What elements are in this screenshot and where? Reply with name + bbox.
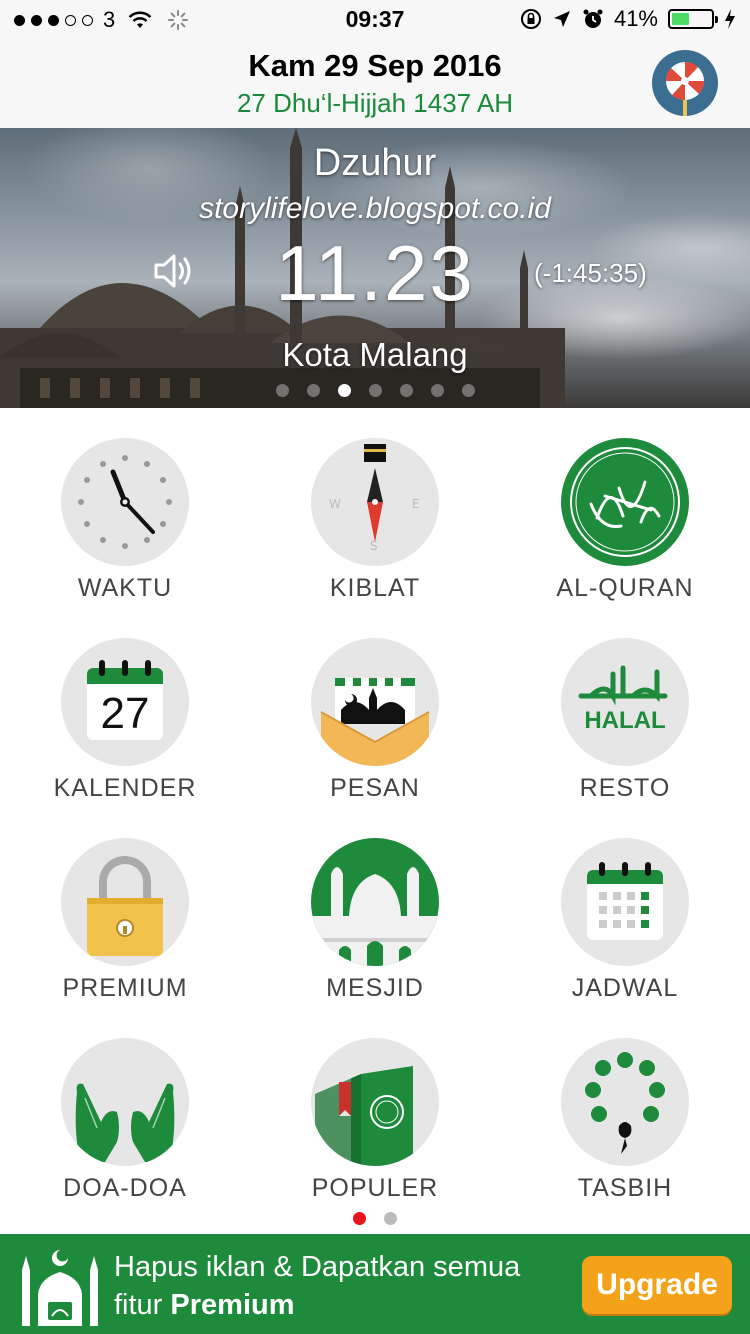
upgrade-message-bold: Premium bbox=[170, 1289, 295, 1321]
menu-item-label: PESAN bbox=[330, 774, 420, 802]
battery-icon bbox=[668, 9, 718, 29]
menu-item-tasbih[interactable]: TASBIH bbox=[500, 1008, 750, 1206]
menu-item-al-quran[interactable]: AL-QURAN bbox=[500, 408, 750, 606]
battery-percent: 41% bbox=[613, 6, 658, 31]
svg-text:S: S bbox=[370, 539, 378, 553]
menu-item-label: RESTO bbox=[579, 774, 671, 802]
menu-item-doa-doa[interactable]: DOA-DOA bbox=[0, 1008, 250, 1206]
halal-text: HALAL bbox=[584, 707, 665, 734]
calendar-day-number: 27 bbox=[101, 689, 150, 738]
menu-item-label: PREMIUM bbox=[62, 974, 188, 1002]
menu-item-jadwal[interactable]: JADWAL bbox=[500, 808, 750, 1006]
carousel-dot[interactable] bbox=[306, 384, 320, 397]
menu-page-indicator[interactable] bbox=[0, 1212, 750, 1225]
clock-icon bbox=[61, 438, 189, 566]
svg-text:E: E bbox=[412, 497, 420, 511]
date-header: Kam 29 Sep 2016 27 Dhu‘l-Hijjah 1437 AH bbox=[0, 40, 750, 129]
halal-icon: HALAL bbox=[561, 638, 689, 766]
watermark-text: storylifelove.blogspot.co.id bbox=[199, 192, 551, 225]
carousel-dot[interactable] bbox=[337, 384, 351, 397]
mosque-icon bbox=[311, 838, 439, 966]
menu-item-label: KALENDER bbox=[53, 774, 197, 802]
menu-item-label: TASBIH bbox=[577, 1174, 673, 1202]
upgrade-message-line1: Hapus iklan & Dapatkan semua bbox=[114, 1251, 521, 1283]
menu-item-mesjid[interactable]: MESJID bbox=[250, 808, 500, 1006]
carousel-page-indicator[interactable] bbox=[0, 384, 750, 397]
menu-item-label: MESJID bbox=[326, 974, 424, 1002]
alarm-icon bbox=[583, 9, 603, 28]
menu-item-resto[interactable]: HALAL RESTO bbox=[500, 608, 750, 806]
menu-item-kalender[interactable]: 27 KALENDER bbox=[0, 608, 250, 806]
menu-item-kiblat[interactable]: W E S KIBLAT bbox=[250, 408, 500, 606]
compass-icon: W E S bbox=[311, 438, 439, 566]
menu-item-pesan[interactable]: PESAN bbox=[250, 608, 500, 806]
status-bar: 3 09:37 41% bbox=[0, 0, 750, 40]
book-icon bbox=[311, 1038, 439, 1166]
rotation-lock-icon bbox=[520, 9, 541, 29]
next-prayer-name: Dzuhur bbox=[313, 142, 437, 184]
upgrade-button[interactable]: Upgrade bbox=[582, 1256, 732, 1314]
hijri-date: 27 Dhu‘l-Hijjah 1437 AH bbox=[236, 88, 514, 118]
praying-hands-icon bbox=[61, 1038, 189, 1166]
menu-item-label: DOA-DOA bbox=[63, 1174, 187, 1202]
message-envelope-icon bbox=[311, 638, 439, 766]
upgrade-banner[interactable]: Hapus iklan & Dapatkan semua fitur Premi… bbox=[0, 1234, 750, 1334]
carousel-dot[interactable] bbox=[430, 384, 444, 397]
upgrade-message-line2: fitur Premium bbox=[114, 1286, 520, 1324]
calendar-icon: 27 bbox=[61, 638, 189, 766]
menu-item-label: WAKTU bbox=[77, 574, 173, 602]
carousel-dot[interactable] bbox=[399, 384, 413, 397]
page-dot[interactable] bbox=[384, 1212, 397, 1225]
quran-icon bbox=[561, 438, 689, 566]
menu-item-populer[interactable]: POPULER bbox=[250, 1008, 500, 1206]
upgrade-message-prefix: fitur bbox=[114, 1289, 171, 1321]
prayer-time-carousel[interactable]: Dzuhur storylifelove.blogspot.co.id 11.2… bbox=[0, 128, 750, 408]
schedule-icon bbox=[561, 838, 689, 966]
menu-item-waktu[interactable]: WAKTU bbox=[0, 408, 250, 606]
carousel-dot[interactable] bbox=[461, 384, 475, 397]
location-arrow-icon bbox=[553, 11, 570, 27]
page-dot[interactable] bbox=[353, 1212, 366, 1225]
menu-item-label: JADWAL bbox=[571, 974, 679, 1002]
upgrade-message: Hapus iklan & Dapatkan semua fitur Premi… bbox=[114, 1248, 520, 1324]
menu-item-premium[interactable]: PREMIUM bbox=[0, 808, 250, 1006]
menu-item-label: AL-QURAN bbox=[556, 574, 694, 602]
mosque-logo-icon bbox=[22, 1250, 98, 1326]
menu-item-label: KIBLAT bbox=[329, 574, 421, 602]
svg-text:W: W bbox=[329, 497, 341, 511]
prayer-beads-icon bbox=[561, 1038, 689, 1166]
charging-bolt-icon bbox=[725, 9, 735, 29]
city-name[interactable]: Kota Malang bbox=[0, 336, 750, 374]
status-right-group: 41% bbox=[520, 6, 736, 32]
time-remaining: (-1:45:35) bbox=[534, 258, 647, 288]
profile-avatar-button[interactable] bbox=[652, 50, 718, 116]
carousel-dot[interactable] bbox=[368, 384, 382, 397]
padlock-icon bbox=[61, 838, 189, 966]
menu-item-label: POPULER bbox=[311, 1174, 439, 1202]
lollipop-icon bbox=[665, 61, 705, 116]
gregorian-date: Kam 29 Sep 2016 bbox=[248, 48, 502, 83]
carousel-dot[interactable] bbox=[275, 384, 289, 397]
